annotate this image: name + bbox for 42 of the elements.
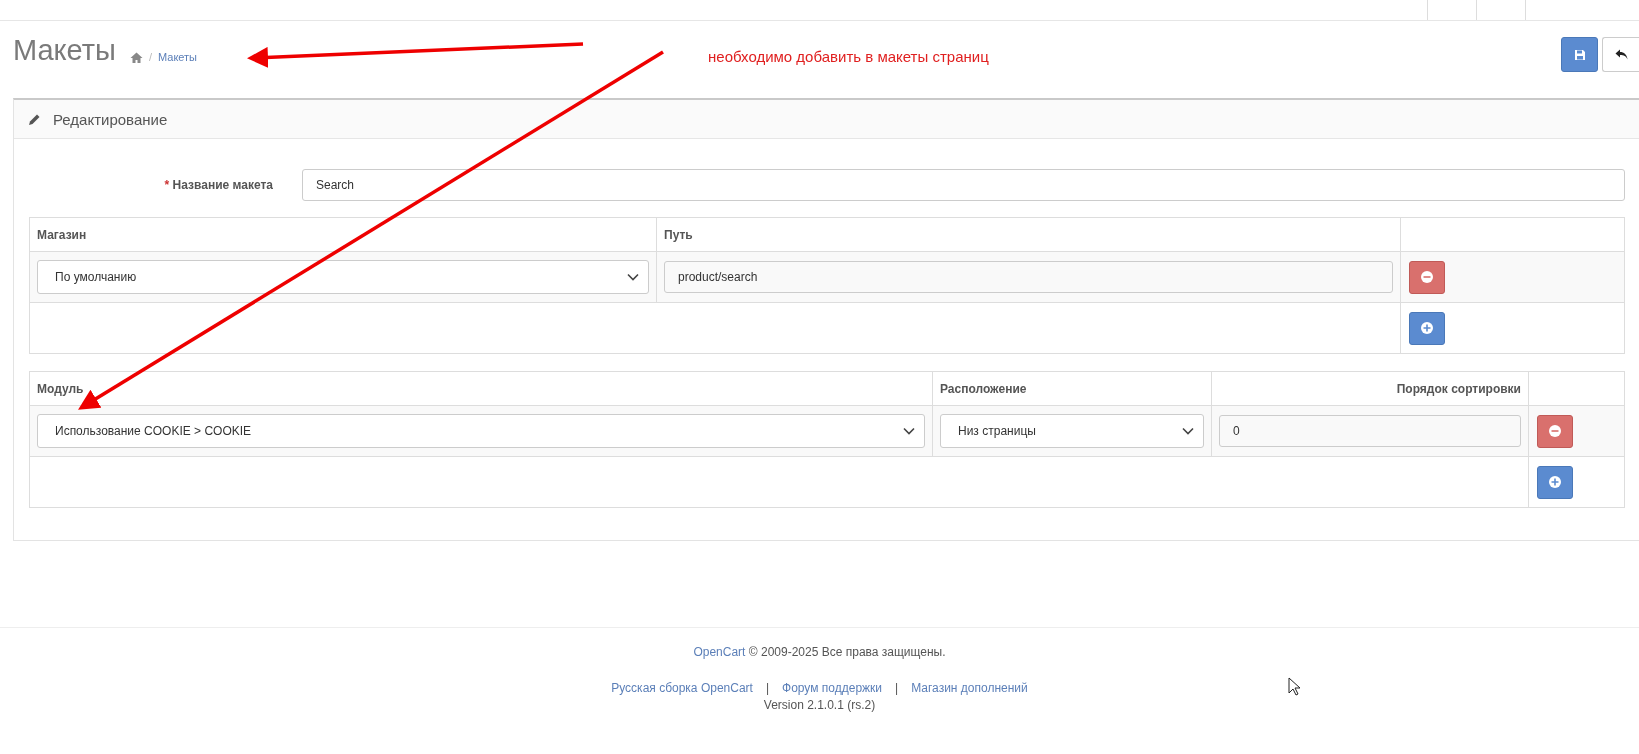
footer-link[interactable]: Форум поддержки <box>782 681 883 695</box>
chevron-icon <box>903 427 915 435</box>
layout-name-label: * Название макета <box>163 178 274 192</box>
link-separator: | <box>895 681 899 695</box>
remove-button[interactable] <box>1409 260 1445 294</box>
pencil-icon <box>28 112 41 126</box>
home-icon[interactable] <box>129 51 143 63</box>
annotation-note: необходимо добавить в макеты страниц <box>708 48 989 65</box>
column-header: Расположение <box>940 381 1027 396</box>
brand-link[interactable]: OpenCart <box>693 645 746 659</box>
reply-arrow-icon <box>1614 49 1628 60</box>
panel-title: Редактирование <box>53 110 168 128</box>
link-separator: | <box>765 681 770 695</box>
mouse-cursor-icon <box>1288 677 1300 696</box>
position-select[interactable]: Низ страницы <box>940 414 1204 448</box>
chevron-icon <box>627 273 639 281</box>
footer-link[interactable]: Русская сборка OpenCart <box>611 681 753 695</box>
sort-order-field[interactable]: 0 <box>1219 415 1521 447</box>
back-button[interactable] <box>1602 37 1639 72</box>
column-header: Магазин <box>37 227 87 242</box>
column-header: Порядок сортировки <box>1396 381 1521 396</box>
minus-circle-icon <box>1420 270 1434 284</box>
version-text: Version 2.1.0.1 (rs.2) <box>763 698 876 712</box>
layout-name-field[interactable]: Search <box>302 169 1625 201</box>
store-select[interactable]: По умолчанию <box>37 260 649 294</box>
copyright-text: © 2009-2025 Все права защищены. <box>748 645 946 659</box>
breadcrumb-separator: / <box>148 51 152 63</box>
page-title: Макеты <box>13 36 116 68</box>
column-header: Путь <box>664 227 693 242</box>
remove-button[interactable] <box>1537 414 1573 448</box>
plus-circle-icon <box>1548 475 1562 489</box>
footer-link[interactable]: Магазин дополнений <box>911 681 1028 695</box>
module-select[interactable]: Использование COOKIE > COOKIE <box>37 414 925 448</box>
route-field[interactable]: product/search <box>664 261 1393 293</box>
chevron-icon <box>1182 427 1194 435</box>
plus-circle-icon <box>1420 321 1434 335</box>
save-button[interactable] <box>1561 37 1598 72</box>
minus-circle-icon <box>1548 424 1562 438</box>
add-button[interactable] <box>1537 465 1573 499</box>
add-button[interactable] <box>1409 311 1445 345</box>
breadcrumb-link[interactable]: Макеты <box>158 51 198 63</box>
column-header: Модуль <box>37 381 84 396</box>
